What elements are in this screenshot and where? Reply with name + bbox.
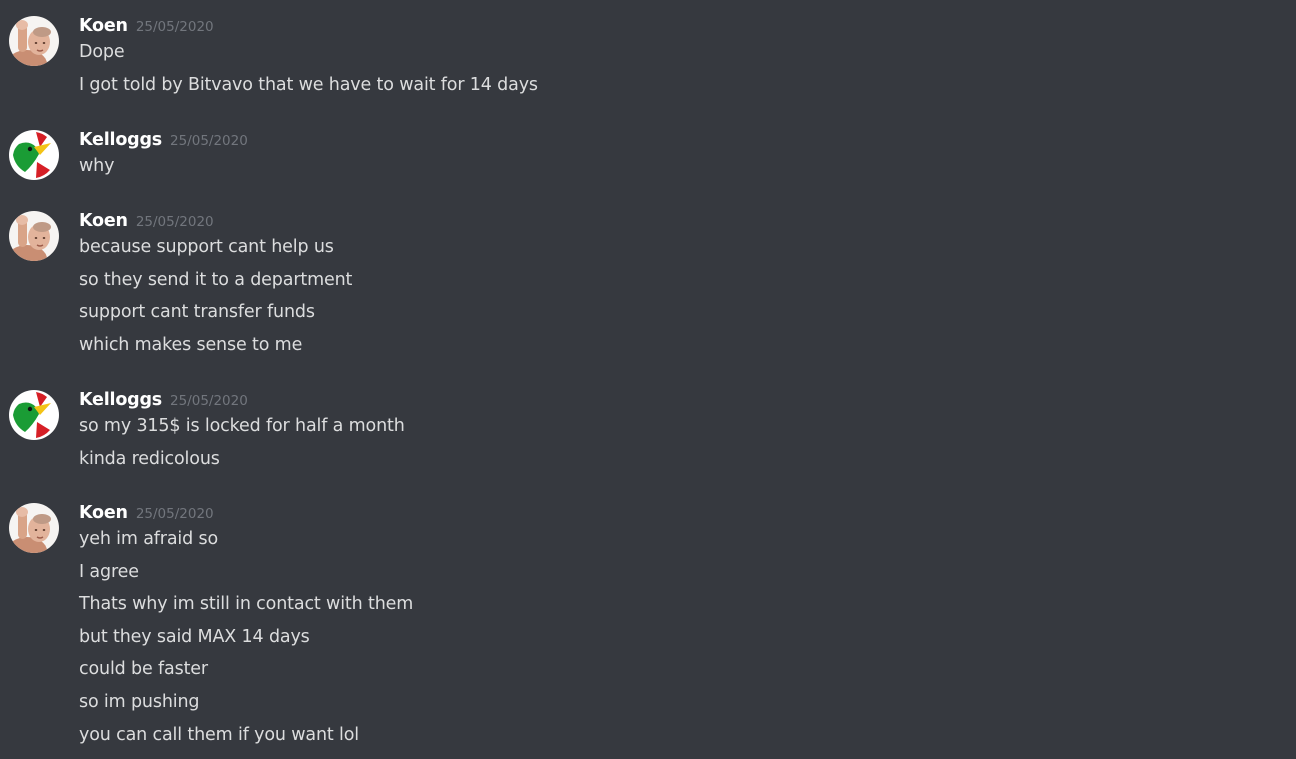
- message-line: I got told by Bitvavo that we have to wa…: [79, 74, 538, 95]
- message-line: which makes sense to me: [79, 334, 303, 355]
- timestamp: 25/05/2020: [135, 506, 214, 522]
- message-header: Koen 25/05/2020: [79, 208, 352, 234]
- message-group: Koen 25/05/2020 Dope I got told by Bitvav…: [0, 13, 538, 104]
- message-header: Kelloggs 25/05/2020: [79, 127, 248, 153]
- message-line: Dope: [79, 42, 125, 62]
- message-line: kinda redicolous: [79, 448, 220, 469]
- message-line: because support cant help us: [79, 237, 334, 257]
- kelloggs-avatar[interactable]: [9, 390, 59, 440]
- username[interactable]: Koen: [79, 16, 128, 36]
- timestamp: 25/05/2020: [135, 19, 214, 35]
- message-line: I agree: [79, 561, 139, 582]
- timestamp: 25/05/2020: [170, 393, 248, 409]
- chat-messages[interactable]: Koen 25/05/2020 Dope I got told by Bitvav…: [0, 0, 1296, 759]
- message-line: could be faster: [79, 659, 208, 680]
- koen-avatar[interactable]: [9, 503, 59, 553]
- message-group: Koen 25/05/2020 because support cant help…: [0, 208, 352, 364]
- message-header: Kelloggs 25/05/2020: [79, 387, 405, 413]
- timestamp: 25/05/2020: [170, 133, 248, 149]
- username[interactable]: Koen: [79, 211, 128, 231]
- username[interactable]: Koen: [79, 503, 128, 523]
- message-group: Kelloggs 25/05/2020 so my 315$ is locked …: [0, 387, 405, 478]
- message-line: so my 315$ is locked for half a month: [79, 416, 405, 436]
- koen-avatar[interactable]: [9, 16, 59, 66]
- message-line: you can call them if you want lol: [79, 724, 360, 745]
- message-line: yeh im afraid so: [79, 529, 219, 549]
- message-line: why: [79, 156, 115, 176]
- message-line: but they said MAX 14 days: [79, 626, 310, 647]
- message-header: Koen 25/05/2020: [79, 500, 413, 526]
- message-line: support cant transfer funds: [79, 302, 315, 323]
- message-line: so they send it to a department: [79, 269, 353, 290]
- username[interactable]: Kelloggs: [79, 130, 162, 150]
- message-line: Thats why im still in contact with them: [79, 594, 414, 615]
- username[interactable]: Kelloggs: [79, 390, 162, 410]
- message-line: so im pushing: [79, 691, 200, 712]
- timestamp: 25/05/2020: [135, 214, 214, 230]
- message-group: Kelloggs 25/05/2020 why: [0, 127, 248, 186]
- message-group: Koen 25/05/2020 yeh im afraid so I agree …: [0, 500, 413, 754]
- kelloggs-avatar[interactable]: [9, 130, 59, 180]
- koen-avatar[interactable]: [9, 211, 59, 261]
- message-header: Koen 25/05/2020: [79, 13, 538, 39]
